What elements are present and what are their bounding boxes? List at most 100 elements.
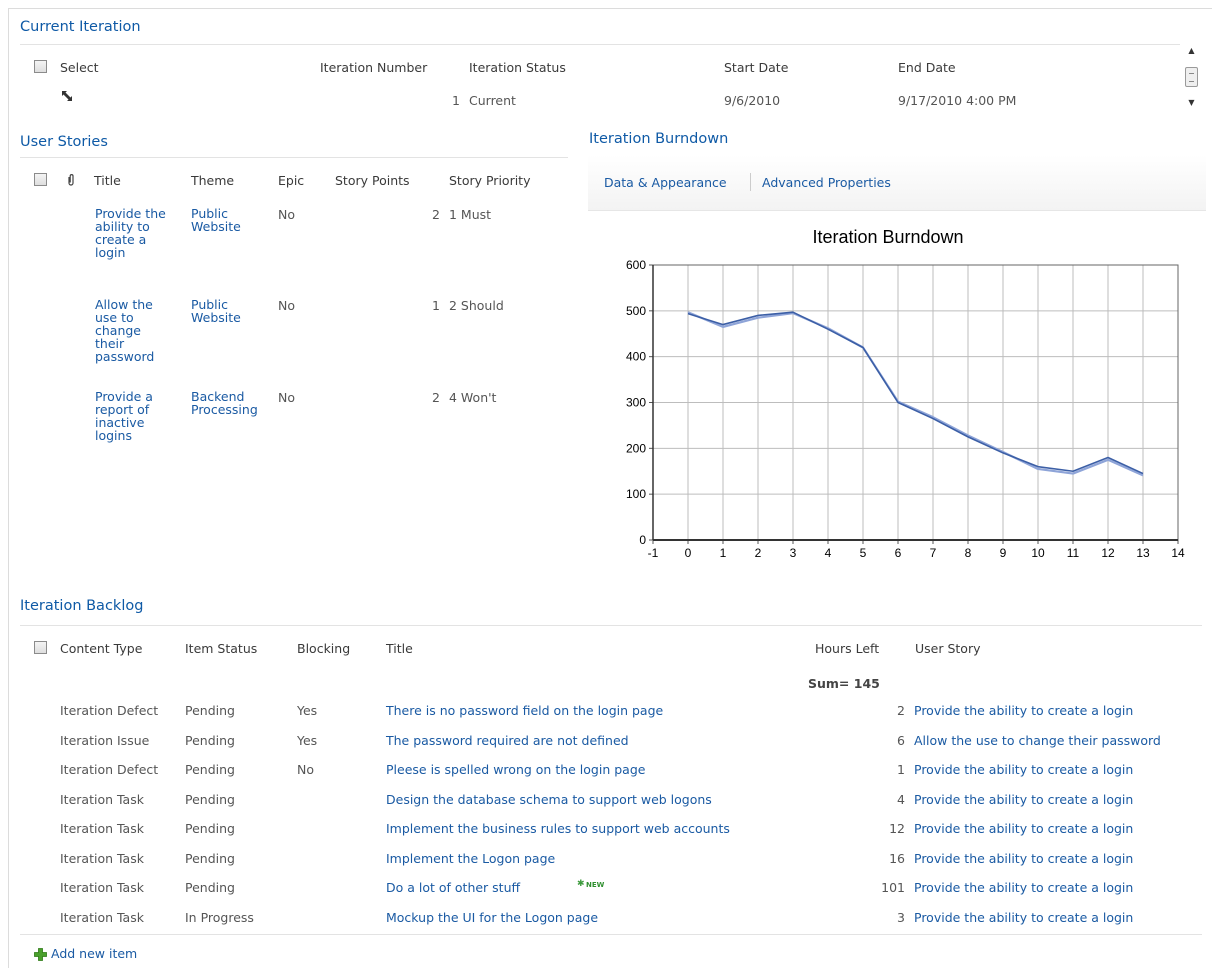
backlog-content-type: Iteration Issue xyxy=(60,733,150,748)
y-tick-label: 100 xyxy=(626,487,646,501)
item-status-header[interactable]: Item Status xyxy=(185,641,257,656)
advanced-properties-link[interactable]: Advanced Properties xyxy=(762,175,891,190)
y-tick-label: 300 xyxy=(626,396,646,410)
iteration-number-value: 1 xyxy=(452,93,460,108)
backlog-user-story-link[interactable]: Allow the use to change their password xyxy=(914,733,1161,748)
backlog-hours-left: 3 xyxy=(897,910,905,925)
divider xyxy=(20,934,1202,935)
scroll-down-arrow-icon[interactable]: ▼ xyxy=(1183,95,1200,111)
iteration-backlog-title[interactable]: Iteration Backlog xyxy=(20,598,143,614)
story-priority: 2 Should xyxy=(449,298,504,313)
user-stories-title[interactable]: User Stories xyxy=(20,134,108,150)
backlog-item-status: Pending xyxy=(185,703,235,718)
backlog-title-header[interactable]: Title xyxy=(386,641,413,656)
select-all-backlog-checkbox[interactable] xyxy=(34,641,47,654)
blocking-header[interactable]: Blocking xyxy=(297,641,350,656)
iteration-burndown-title[interactable]: Iteration Burndown xyxy=(589,131,728,147)
toolbar-separator xyxy=(750,173,751,191)
backlog-user-story-link[interactable]: Provide the ability to create a login xyxy=(914,821,1133,836)
backlog-content-type: Iteration Defect xyxy=(60,703,159,718)
y-tick-label: 600 xyxy=(626,258,646,272)
backlog-blocking: Yes xyxy=(297,733,318,748)
x-tick-label: 5 xyxy=(860,546,867,560)
backlog-title-link[interactable]: The password required are not defined xyxy=(386,733,629,748)
backlog-item-status: Pending xyxy=(185,762,235,777)
story-points: 2 xyxy=(432,207,440,222)
add-icon[interactable] xyxy=(34,948,47,961)
backlog-title-link[interactable]: Pleese is spelled wrong on the login pag… xyxy=(386,762,645,777)
end-date-value: 9/17/2010 4:00 PM xyxy=(898,93,1017,108)
backlog-title-link[interactable]: Mockup the UI for the Logon page xyxy=(386,910,598,925)
backlog-title-link[interactable]: Implement the business rules to support … xyxy=(386,821,730,836)
x-tick-label: 0 xyxy=(685,546,692,560)
backlog-user-story-link[interactable]: Provide the ability to create a login xyxy=(914,851,1133,866)
story-theme-link[interactable]: Public Website xyxy=(191,207,271,233)
epic-header[interactable]: Epic xyxy=(278,173,304,188)
backlog-hours-left: 12 xyxy=(889,821,905,836)
backlog-blocking: No xyxy=(297,762,314,777)
story-epic: No xyxy=(278,207,295,222)
content-type-header[interactable]: Content Type xyxy=(60,641,142,656)
hours-left-header[interactable]: Hours Left xyxy=(815,641,879,656)
backlog-hours-left: 1 xyxy=(897,762,905,777)
y-tick-label: 400 xyxy=(626,350,646,364)
story-title-link[interactable]: Provide the ability to create a login xyxy=(95,207,171,259)
select-header[interactable]: Select xyxy=(60,60,99,75)
backlog-title-link[interactable]: Implement the Logon page xyxy=(386,851,555,866)
story-priority: 4 Won't xyxy=(449,390,497,405)
theme-header[interactable]: Theme xyxy=(191,173,234,188)
user-story-header[interactable]: User Story xyxy=(915,641,981,656)
story-theme-link[interactable]: Public Website xyxy=(191,298,271,324)
backlog-user-story-link[interactable]: Provide the ability to create a login xyxy=(914,910,1133,925)
backlog-item-status: Pending xyxy=(185,821,235,836)
attachment-icon xyxy=(68,174,74,186)
story-points-header[interactable]: Story Points xyxy=(335,173,410,188)
x-tick-label: 6 xyxy=(895,546,902,560)
scroll-thumb[interactable] xyxy=(1185,67,1198,87)
backlog-title-link[interactable]: Design the database schema to support we… xyxy=(386,792,712,807)
backlog-item-status: Pending xyxy=(185,880,235,895)
select-all-stories-checkbox[interactable] xyxy=(34,173,47,186)
iteration-number-header[interactable]: Iteration Number xyxy=(320,60,427,75)
story-priority-header[interactable]: Story Priority xyxy=(449,173,530,188)
backlog-user-story-link[interactable]: Provide the ability to create a login xyxy=(914,792,1133,807)
burndown-chart: -1 0 1 2 3 4 5 6 7 8 9 10 11 12 13 14010020030040050060… xyxy=(626,258,1185,560)
x-tick-label: -1 xyxy=(648,546,659,560)
data-appearance-link[interactable]: Data & Appearance xyxy=(604,175,727,190)
iteration-status-header[interactable]: Iteration Status xyxy=(469,60,566,75)
x-tick-label: 11 xyxy=(1067,546,1080,560)
vertical-scrollbar[interactable]: ▲ ▼ xyxy=(1183,43,1200,113)
iteration-status-value: Current xyxy=(469,93,516,108)
scroll-up-arrow-icon[interactable]: ▲ xyxy=(1183,43,1200,59)
story-title-link[interactable]: Allow the use to change their password xyxy=(95,298,171,363)
backlog-blocking: Yes xyxy=(297,703,318,718)
x-tick-label: 9 xyxy=(1000,546,1007,560)
story-priority: 1 Must xyxy=(449,207,492,222)
backlog-user-story-link[interactable]: Provide the ability to create a login xyxy=(914,762,1133,777)
end-date-header[interactable]: End Date xyxy=(898,60,956,75)
story-theme-link[interactable]: Backend Processing xyxy=(191,390,271,416)
start-date-header[interactable]: Start Date xyxy=(724,60,788,75)
x-tick-label: 3 xyxy=(790,546,797,560)
story-title-link[interactable]: Provide a report of inactive logins xyxy=(95,390,171,442)
title-header[interactable]: Title xyxy=(94,173,121,188)
backlog-hours-left: 16 xyxy=(889,851,905,866)
backlog-title-link[interactable]: Do a lot of other stuff xyxy=(386,880,520,895)
current-iteration-title[interactable]: Current Iteration xyxy=(20,19,141,35)
x-tick-label: 13 xyxy=(1136,546,1150,560)
expand-icon[interactable] xyxy=(60,89,74,103)
backlog-title-link[interactable]: There is no password field on the login … xyxy=(386,703,663,718)
backlog-hours-left: 2 xyxy=(897,703,905,718)
add-new-item-link[interactable]: Add new item xyxy=(51,946,137,961)
backlog-user-story-link[interactable]: Provide the ability to create a login xyxy=(914,703,1133,718)
x-tick-label: 1 xyxy=(720,546,727,560)
y-tick-label: 500 xyxy=(626,304,646,318)
story-points: 2 xyxy=(432,390,440,405)
chart-toolbar: Data & Appearance Advanced Properties xyxy=(588,155,1206,211)
backlog-item-status: Pending xyxy=(185,851,235,866)
select-all-checkbox[interactable] xyxy=(34,60,47,73)
divider xyxy=(20,44,1180,45)
x-tick-label: 2 xyxy=(755,546,762,560)
backlog-user-story-link[interactable]: Provide the ability to create a login xyxy=(914,880,1133,895)
backlog-content-type: Iteration Task xyxy=(60,880,144,895)
